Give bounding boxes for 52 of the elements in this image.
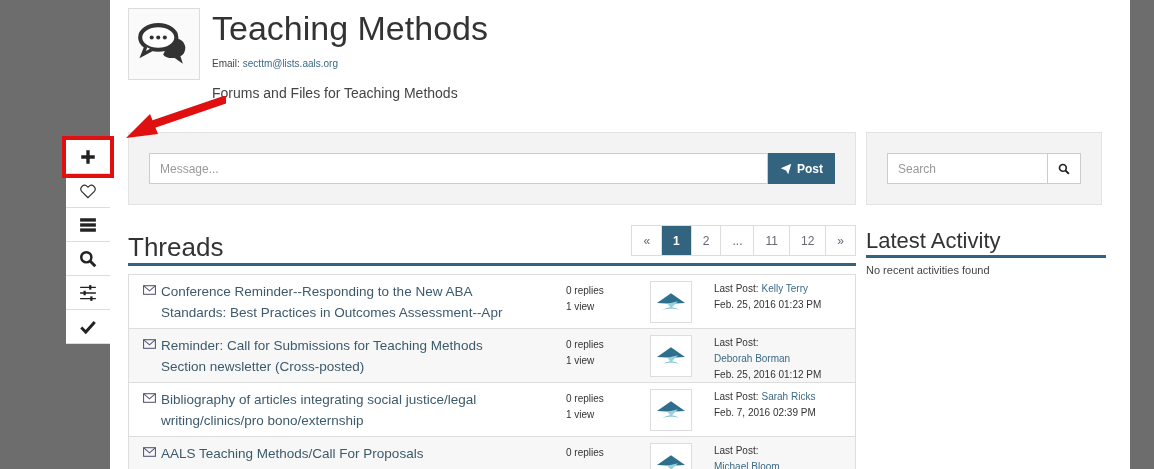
send-icon xyxy=(780,162,792,175)
email-link[interactable]: secttm@lists.aals.org xyxy=(242,56,338,71)
thread-title-link[interactable]: Conference Reminder--Responding to the New ABA Standards: Best Practices in Outcomes Assessment--Apr xyxy=(161,281,521,323)
thread-title-link[interactable]: Reminder: Call for Submissions for Teaching Methods Section newsletter (Cross-posted) xyxy=(161,335,521,377)
envelope-icon xyxy=(143,339,156,349)
author-link[interactable]: Kelly Terry xyxy=(761,281,808,297)
post-date: Feb. 7, 2016 02:39 PM xyxy=(714,406,817,420)
thread-title-link[interactable]: AALS Teaching Methods/Call For Proposals xyxy=(161,443,521,464)
post-date: Feb. 25, 2016 01:23 PM xyxy=(714,298,823,312)
forum-title: Teaching Methods xyxy=(212,8,488,48)
message-field[interactable]: Message... xyxy=(149,153,768,184)
last-post-label: Last Post: xyxy=(714,336,759,350)
threads-heading: Threads xyxy=(128,231,228,266)
sliders-icon xyxy=(79,283,97,302)
page-link[interactable]: 12 xyxy=(788,225,827,256)
page-link[interactable]: ... xyxy=(720,225,755,256)
view-count: 1 view xyxy=(566,408,596,422)
post-button[interactable]: Post xyxy=(768,153,835,184)
envelope-icon xyxy=(143,447,156,457)
last-post-label: Last Post: xyxy=(714,444,759,458)
plus-icon xyxy=(79,147,97,166)
view-count: 1 view xyxy=(566,354,596,368)
last-post-label: Last Post: xyxy=(714,390,759,404)
envelope-icon xyxy=(143,285,156,295)
author-link[interactable]: Sarah Ricks xyxy=(761,389,816,405)
post-date: Feb. 25, 2016 01:12 PM xyxy=(714,368,823,382)
search-button[interactable] xyxy=(1048,153,1081,184)
thread-title-link[interactable]: Bibliography of articles integrating social justice/legal writing/clinics/pro bono/externship xyxy=(161,389,521,431)
logo-icon xyxy=(657,401,685,419)
view-count: 1 view xyxy=(566,300,596,314)
page-link[interactable]: « xyxy=(631,225,663,256)
logo-icon xyxy=(657,293,685,311)
envelope-icon xyxy=(143,393,156,403)
logo-icon xyxy=(657,455,685,469)
search-field[interactable]: Search xyxy=(887,153,1048,184)
forum-subtitle: Forums and Files for Teaching Methods xyxy=(212,84,459,103)
activity-heading: Latest Activity xyxy=(866,226,1001,258)
search-icon xyxy=(79,249,97,268)
email-label: Email: xyxy=(212,57,240,71)
page-link[interactable]: 1 xyxy=(661,225,692,256)
reply-count: 0 replies xyxy=(566,284,605,298)
logo-icon xyxy=(657,347,685,365)
list-icon xyxy=(79,215,97,234)
empty-message: No recent activities found xyxy=(866,263,991,278)
last-post-label: Last Post: xyxy=(714,282,759,296)
author-link[interactable]: Deborah Borman xyxy=(714,351,791,367)
search-icon xyxy=(1058,162,1070,175)
page-link[interactable]: » xyxy=(825,225,856,256)
reply-count: 0 replies xyxy=(566,338,605,352)
reply-count: 0 replies xyxy=(566,392,605,406)
reply-count: 0 replies xyxy=(566,446,605,460)
page-link[interactable]: 11 xyxy=(753,225,790,256)
